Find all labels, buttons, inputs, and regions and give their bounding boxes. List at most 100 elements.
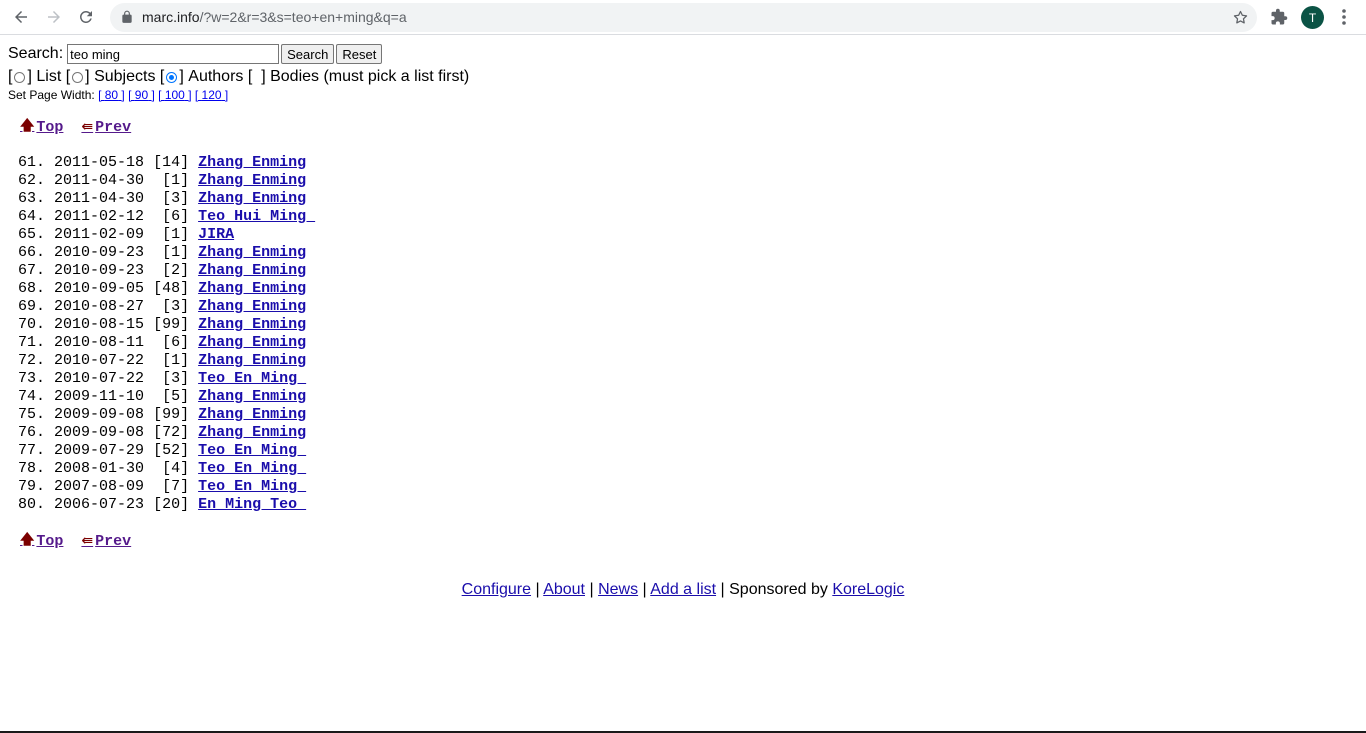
forward-icon[interactable] (42, 5, 66, 29)
result-row: 76. 2009-09-08 [72] Zhang Enming (18, 424, 1366, 442)
separator: | (720, 581, 725, 598)
about-link[interactable]: About (543, 581, 585, 598)
prev-link[interactable]: ⇚ Prev (81, 119, 131, 136)
result-number: 70. (18, 316, 46, 333)
result-row: 64. 2011-02-12 [6] Teo Hui Ming (18, 208, 1366, 226)
result-number: 75. (18, 406, 46, 423)
result-date: 2011-04-30 (54, 172, 145, 189)
result-count: [1] (153, 352, 190, 369)
result-author-link[interactable]: Teo En Ming (198, 370, 306, 387)
result-count: [52] (153, 442, 190, 459)
news-link[interactable]: News (598, 581, 638, 598)
result-date: 2010-07-22 (54, 370, 145, 387)
bookmark-star-icon[interactable] (1232, 9, 1249, 26)
radio-authors[interactable] (166, 71, 178, 83)
top-link[interactable]: 🡅 Top (20, 529, 63, 553)
result-author-link[interactable]: Zhang Enming (198, 424, 306, 441)
result-date: 2009-11-10 (54, 388, 145, 405)
result-author-link[interactable]: Zhang Enming (198, 190, 306, 207)
results-list: 61. 2011-05-18 [14] Zhang Enming 62. 2011… (18, 154, 1366, 514)
result-count: [6] (153, 334, 190, 351)
result-author-link[interactable]: Zhang Enming (198, 352, 306, 369)
search-mode-options: [] List [] Subjects [] Authors [ ] Bodie… (8, 67, 1366, 87)
result-count: [1] (153, 244, 190, 261)
result-row: 69. 2010-08-27 [3] Zhang Enming (18, 298, 1366, 316)
profile-avatar[interactable]: T (1301, 6, 1324, 29)
result-author-link[interactable]: Teo En Ming (198, 460, 306, 477)
result-author-link[interactable]: Zhang Enming (198, 280, 306, 297)
width-option-120[interactable]: [ 120 ] (195, 88, 228, 102)
result-date: 2010-07-22 (54, 352, 145, 369)
bodies-label: Bodies (must pick a list first) (270, 68, 470, 85)
reload-icon[interactable] (74, 5, 98, 29)
add-list-link[interactable]: Add a list (650, 581, 716, 598)
result-date: 2010-09-23 (54, 262, 145, 279)
result-author-link[interactable]: En Ming Teo (198, 496, 306, 513)
separator: | (535, 581, 540, 598)
url-text: marc.info/?w=2&r=3&s=teo+en+ming&q=a (142, 9, 407, 25)
result-date: 2011-04-30 (54, 190, 145, 207)
result-author-link[interactable]: Zhang Enming (198, 172, 306, 189)
result-date: 2009-09-08 (54, 424, 145, 441)
result-number: 74. (18, 388, 46, 405)
result-author-link[interactable]: Zhang Enming (198, 154, 306, 171)
bodies-checkbox[interactable]: [ ] (248, 68, 266, 86)
result-count: [99] (153, 316, 190, 333)
search-button[interactable]: Search (281, 44, 335, 64)
up-arrow-icon: 🡅 (20, 532, 35, 548)
result-date: 2010-08-11 (54, 334, 145, 351)
result-date: 2006-07-23 (54, 496, 145, 513)
result-author-link[interactable]: Zhang Enming (198, 244, 306, 261)
lock-icon[interactable] (120, 10, 134, 24)
radio-subjects[interactable] (72, 71, 84, 83)
result-row: 77. 2009-07-29 [52] Teo En Ming (18, 442, 1366, 460)
result-author-link[interactable]: Teo En Ming (198, 442, 306, 459)
result-author-link[interactable]: JIRA (198, 226, 234, 243)
result-count: [20] (153, 496, 190, 513)
result-number: 78. (18, 460, 46, 477)
width-option-100[interactable]: [ 100 ] (158, 88, 191, 102)
result-number: 62. (18, 172, 46, 189)
result-author-link[interactable]: Teo Hui Ming (198, 208, 315, 225)
result-number: 71. (18, 334, 46, 351)
result-author-link[interactable]: Zhang Enming (198, 388, 306, 405)
result-count: [3] (153, 298, 190, 315)
result-row: 80. 2006-07-23 [20] En Ming Teo (18, 496, 1366, 514)
result-row: 75. 2009-09-08 [99] Zhang Enming (18, 406, 1366, 424)
width-option-90[interactable]: [ 90 ] (128, 88, 155, 102)
result-row: 65. 2011-02-09 [1] JIRA (18, 226, 1366, 244)
result-number: 69. (18, 298, 46, 315)
result-author-link[interactable]: Zhang Enming (198, 262, 306, 279)
bracket: ] (179, 68, 184, 85)
result-author-link[interactable]: Zhang Enming (198, 316, 306, 333)
configure-link[interactable]: Configure (462, 581, 531, 598)
extensions-puzzle-icon[interactable] (1270, 8, 1288, 26)
bracket: ] (85, 68, 90, 85)
reset-button[interactable]: Reset (336, 44, 383, 64)
address-bar[interactable]: marc.info/?w=2&r=3&s=teo+en+ming&q=a (110, 3, 1257, 32)
top-link[interactable]: 🡅 Top (20, 115, 63, 139)
result-author-link[interactable]: Teo En Ming (198, 478, 306, 495)
sponsor-link[interactable]: KoreLogic (832, 581, 904, 598)
search-input[interactable] (67, 44, 280, 64)
prev-link[interactable]: ⇚ Prev (81, 533, 131, 550)
result-count: [7] (153, 478, 190, 495)
result-count: [2] (153, 262, 190, 279)
radio-subjects-label: Subjects (94, 68, 156, 85)
left-arrow-icon: ⇚ (81, 119, 94, 135)
radio-list[interactable] (14, 71, 26, 83)
result-author-link[interactable]: Zhang Enming (198, 406, 306, 423)
width-option-80[interactable]: [ 80 ] (98, 88, 125, 102)
more-menu-icon[interactable] (1336, 8, 1352, 26)
result-date: 2011-05-18 (54, 154, 145, 171)
result-number: 64. (18, 208, 46, 225)
result-date: 2009-09-08 (54, 406, 145, 423)
back-icon[interactable] (9, 5, 33, 29)
result-number: 63. (18, 190, 46, 207)
page-width-selector: Set Page Width: [ 80 ] [ 90 ] [ 100 ] [ … (8, 88, 1366, 104)
result-row: 61. 2011-05-18 [14] Zhang Enming (18, 154, 1366, 172)
result-author-link[interactable]: Zhang Enming (198, 298, 306, 315)
separator: | (642, 581, 647, 598)
result-author-link[interactable]: Zhang Enming (198, 334, 306, 351)
bottom-nav: 🡅 Top ⇚ Prev (20, 532, 1366, 550)
